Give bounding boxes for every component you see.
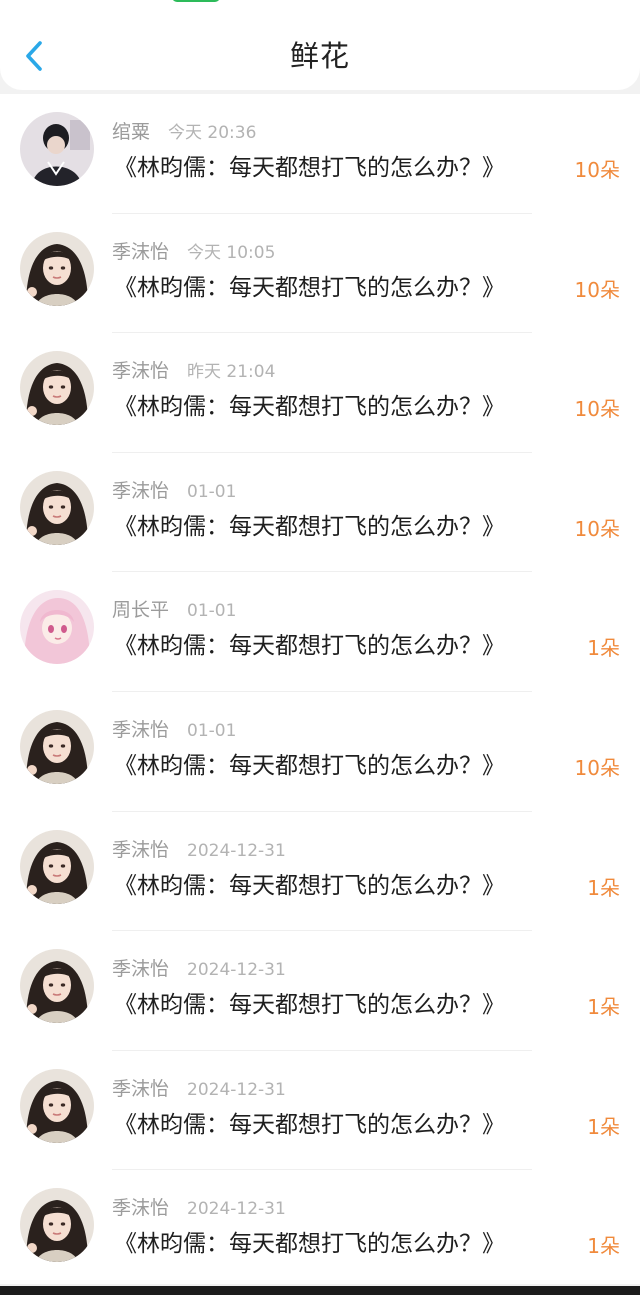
book-title: 《林昀儒：每天都想打飞的怎么办？》: [114, 155, 505, 181]
book-title: 《林昀儒：每天都想打飞的怎么办？》: [114, 513, 505, 540]
avatar[interactable]: [20, 709, 94, 784]
avatar[interactable]: [20, 590, 94, 665]
avatar[interactable]: [20, 231, 94, 306]
sender-name: 季沫怡: [112, 1197, 170, 1220]
gift-time: 01-01: [187, 720, 237, 741]
avatar[interactable]: [20, 1188, 94, 1263]
flower-count: 1朵: [587, 1114, 620, 1139]
sender-meta: 季沫怡 今天 10:05: [112, 240, 275, 265]
book-title: 《林昀儒：每天都想打飞的怎么办？》: [114, 1231, 505, 1258]
book-title: 《林昀儒：每天都想打飞的怎么办？》: [114, 633, 505, 660]
book-title: 《林昀儒：每天都想打飞的怎么办？》: [114, 872, 505, 899]
girl-long-hair-avatar-image: [20, 351, 94, 426]
avatar[interactable]: [20, 1068, 94, 1143]
sender-meta: 季沫怡 2024-12-31: [112, 838, 286, 863]
flower-count: 10朵: [574, 755, 620, 780]
sender-name: 季沫怡: [112, 958, 170, 981]
gift-time: 今天 10:05: [187, 242, 276, 263]
list-item[interactable]: 季沫怡 今天 10:05 《林昀儒：每天都想打飞的怎么办？》 10朵: [0, 214, 640, 334]
avatar[interactable]: [20, 112, 94, 186]
gift-time: 昨天 21:04: [187, 362, 276, 383]
girl-long-hair-avatar-image: [20, 470, 94, 545]
flower-gift-list[interactable]: 绾粟 今天 20:36 《林昀儒：每天都想打飞的怎么办？》 10朵 季沫怡 今天 1…: [0, 94, 640, 1284]
bottom-edge: [0, 1286, 640, 1295]
gift-time: 2024-12-31: [187, 960, 286, 981]
gift-time: 2024-12-31: [187, 1199, 286, 1220]
list-item[interactable]: 季沫怡 2024-12-31 《林昀儒：每天都想打飞的怎么办？》 1朵: [0, 812, 640, 932]
navigation-header: 鲜花: [0, 0, 640, 90]
book-title: 《林昀儒：每天都想打飞的怎么办？》: [114, 992, 505, 1019]
sender-name: 季沫怡: [112, 838, 170, 861]
status-indicator: [172, 0, 220, 2]
sender-name: 季沫怡: [112, 718, 170, 741]
sender-meta: 周长平 01-01: [112, 598, 236, 623]
sender-name: 季沫怡: [112, 360, 170, 383]
avatar[interactable]: [20, 949, 94, 1024]
list-item[interactable]: 季沫怡 01-01 《林昀儒：每天都想打飞的怎么办？》 10朵: [0, 453, 640, 573]
gift-time: 01-01: [187, 481, 237, 502]
anime-pink-girl-avatar-image: [20, 590, 94, 665]
girl-long-hair-avatar-image: [20, 709, 94, 784]
flower-count: 1朵: [587, 995, 620, 1020]
book-title: 《林昀儒：每天都想打飞的怎么办？》: [114, 752, 505, 779]
flower-count: 1朵: [587, 1234, 620, 1259]
list-item[interactable]: 季沫怡 2024-12-31 《林昀儒：每天都想打飞的怎么办？》 1朵: [0, 1051, 640, 1171]
list-item[interactable]: 季沫怡 2024-12-31 《林昀儒：每天都想打飞的怎么办？》 1朵: [0, 931, 640, 1051]
list-item[interactable]: 周长平 01-01 《林昀儒：每天都想打飞的怎么办？》 1朵: [0, 572, 640, 692]
sender-meta: 绾粟 今天 20:36: [112, 120, 256, 145]
sender-name: 周长平: [112, 599, 170, 622]
list-item[interactable]: 绾粟 今天 20:36 《林昀儒：每天都想打飞的怎么办？》 10朵: [0, 94, 640, 214]
sender-name: 绾粟: [112, 121, 151, 143]
girl-long-hair-avatar-image: [20, 829, 94, 904]
girl-long-hair-avatar-image: [20, 231, 94, 306]
sender-name: 季沫怡: [112, 240, 170, 263]
gift-time: 2024-12-31: [187, 840, 286, 861]
girl-long-hair-avatar-image: [20, 1068, 94, 1143]
avatar[interactable]: [20, 470, 94, 545]
sender-meta: 季沫怡 昨天 21:04: [112, 359, 275, 384]
girl-long-hair-avatar-image: [20, 1188, 94, 1263]
girl-long-hair-avatar-image: [20, 949, 94, 1024]
book-title: 《林昀儒：每天都想打飞的怎么办？》: [114, 274, 505, 301]
flower-count: 1朵: [587, 875, 620, 900]
gift-time: 01-01: [187, 601, 237, 622]
sender-meta: 季沫怡 2024-12-31: [112, 1077, 286, 1102]
flower-count: 10朵: [574, 397, 620, 422]
sender-meta: 季沫怡 2024-12-31: [112, 957, 286, 982]
gift-time: 2024-12-31: [187, 1079, 286, 1100]
avatar[interactable]: [20, 829, 94, 904]
avatar[interactable]: [20, 351, 94, 426]
dark-hair-boy-avatar-image: [20, 112, 94, 186]
flower-count: 10朵: [574, 277, 620, 302]
book-title: 《林昀儒：每天都想打飞的怎么办？》: [114, 1111, 505, 1138]
list-item[interactable]: 季沫怡 2024-12-31 《林昀儒：每天都想打飞的怎么办？》 1朵: [0, 1170, 640, 1290]
book-title: 《林昀儒：每天都想打飞的怎么办？》: [114, 394, 505, 421]
flower-count: 10朵: [574, 158, 620, 182]
list-item[interactable]: 季沫怡 01-01 《林昀儒：每天都想打飞的怎么办？》 10朵: [0, 692, 640, 812]
flower-count: 1朵: [587, 636, 620, 661]
sender-name: 季沫怡: [112, 479, 170, 502]
page-title: 鲜花: [289, 39, 350, 73]
list-item[interactable]: 季沫怡 昨天 21:04 《林昀儒：每天都想打飞的怎么办？》 10朵: [0, 333, 640, 453]
sender-name: 季沫怡: [112, 1077, 170, 1100]
sender-meta: 季沫怡 01-01: [112, 479, 236, 504]
sender-meta: 季沫怡 01-01: [112, 718, 236, 743]
flower-count: 10朵: [574, 516, 620, 541]
sender-meta: 季沫怡 2024-12-31: [112, 1196, 286, 1221]
gift-time: 今天 20:36: [168, 123, 257, 143]
